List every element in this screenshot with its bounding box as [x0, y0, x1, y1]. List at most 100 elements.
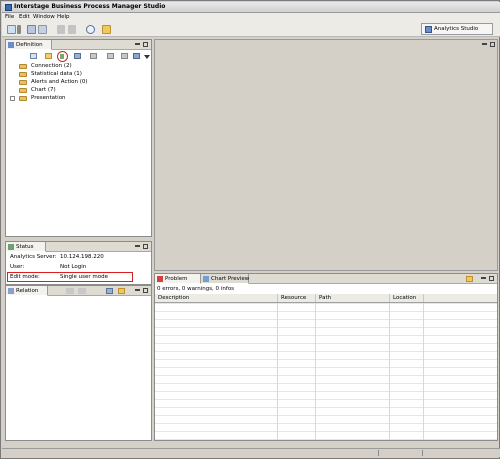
table-body: [155, 303, 497, 440]
problems-summary: 0 errors, 0 warnings, 0 infos: [157, 286, 234, 292]
relation-back-icon[interactable]: [66, 288, 74, 294]
relation-panel: Relation: [5, 285, 152, 441]
folder-icon: [19, 80, 27, 85]
tree-item-presentation[interactable]: Presentation: [31, 95, 66, 101]
tab-relation[interactable]: Relation: [6, 286, 48, 296]
definition-icon: [8, 42, 14, 48]
folder-icon: [19, 64, 27, 69]
relation-refresh-icon[interactable]: [106, 288, 113, 294]
problem-icon: [157, 276, 163, 282]
definition-tab-label: Definition: [16, 42, 43, 48]
column-divider: [155, 303, 278, 440]
tab-definition[interactable]: Definition: [6, 40, 52, 50]
delete-icon[interactable]: [90, 53, 97, 59]
new-connection-icon[interactable]: [30, 53, 37, 59]
column-divider: [316, 303, 390, 440]
column-path-label: Path: [319, 295, 332, 301]
perspective-icon: [425, 26, 432, 33]
tree-item-alerts-and-action[interactable]: Alerts and Action (0): [31, 79, 88, 85]
problem-tab-label: Problem: [165, 276, 188, 282]
back-icon[interactable]: [57, 25, 65, 34]
maximize-icon[interactable]: [143, 244, 148, 249]
editor-minimize-icon[interactable]: [482, 43, 487, 45]
folder-icon: [19, 88, 27, 93]
definition-panel: Definition Connection (2) Statistical da…: [5, 39, 152, 237]
new-icon[interactable]: [7, 25, 16, 34]
paste-icon[interactable]: [121, 53, 128, 59]
maximize-icon[interactable]: [143, 42, 148, 47]
relation-filter-icon[interactable]: [118, 288, 125, 294]
tree-item-statistical-data[interactable]: Statistical data (1): [31, 71, 82, 77]
column-header-description[interactable]: Description: [155, 294, 278, 302]
status-bar: [2, 448, 500, 457]
title-bar: Interstage Business Process Manager Stud…: [2, 2, 500, 13]
status-icon: [8, 244, 14, 250]
user-label: User:: [10, 264, 25, 270]
column-header-path[interactable]: Path: [316, 294, 390, 302]
definition-toolbar: [6, 51, 151, 63]
filter-icon[interactable]: [466, 276, 473, 282]
column-location-label: Location: [393, 295, 417, 301]
minimize-icon[interactable]: [135, 43, 140, 45]
app-icon: [5, 4, 12, 11]
refresh-icon[interactable]: [74, 53, 81, 59]
forward-icon[interactable]: [68, 25, 76, 34]
status-bar-divider: [422, 450, 423, 456]
expand-icon[interactable]: [10, 96, 15, 101]
minimize-icon[interactable]: [135, 245, 140, 247]
save-icon[interactable]: [27, 25, 36, 34]
status-panel: Status Analytics Server: 10.124.198.220 …: [5, 241, 152, 285]
tab-status[interactable]: Status: [6, 242, 46, 252]
minimize-icon[interactable]: [481, 277, 486, 279]
tree-item-connection[interactable]: Connection (2): [31, 63, 72, 69]
dropdown-icon[interactable]: [17, 25, 21, 34]
table-header: Description Resource Path Location: [155, 294, 497, 303]
save-all-icon[interactable]: [38, 25, 47, 34]
editor-maximize-icon[interactable]: [490, 42, 495, 47]
status-bar-divider: [378, 450, 379, 456]
tab-problem[interactable]: Problem: [155, 274, 201, 284]
chart-preview-icon: [203, 276, 209, 282]
minimize-icon[interactable]: [135, 289, 140, 291]
status-tab-label: Status: [16, 244, 34, 250]
wizard-icon[interactable]: [102, 25, 111, 34]
perspective-switcher[interactable]: Analytics Studio: [421, 23, 493, 35]
column-divider: [390, 303, 424, 440]
server-value: 10.124.198.220: [60, 254, 104, 260]
edit-mode-label: Edit mode:: [10, 274, 40, 280]
edit-mode-value: Single user mode: [60, 274, 108, 280]
maximize-icon[interactable]: [489, 276, 494, 281]
maximize-icon[interactable]: [143, 288, 148, 293]
edit-icon[interactable]: [60, 54, 64, 59]
menu-edit[interactable]: Edit: [19, 14, 30, 20]
relation-icon: [8, 288, 14, 294]
menu-file[interactable]: File: [5, 14, 14, 20]
column-resource-label: Resource: [281, 295, 307, 301]
menu-window[interactable]: Window: [33, 14, 55, 20]
application-window: Interstage Business Process Manager Stud…: [0, 0, 500, 459]
problems-table: Description Resource Path Location: [155, 294, 497, 440]
tab-chart-preview[interactable]: Chart Preview: [201, 274, 249, 284]
column-description-label: Description: [158, 295, 190, 301]
relation-forward-icon[interactable]: [78, 288, 86, 294]
folder-icon: [19, 96, 27, 101]
collapse-icon[interactable]: [133, 53, 140, 59]
help-icon[interactable]: [86, 25, 95, 34]
tree-item-chart[interactable]: Chart (7): [31, 87, 56, 93]
copy-icon[interactable]: [107, 53, 114, 59]
view-menu-icon[interactable]: [144, 55, 150, 59]
column-divider: [278, 303, 316, 440]
menu-help[interactable]: Help: [57, 14, 70, 20]
problems-panel: Problem Chart Preview 0 errors, 0 warnin…: [154, 273, 498, 441]
user-value: Not Login: [60, 264, 87, 270]
column-header-location[interactable]: Location: [390, 294, 424, 302]
perspective-label: Analytics Studio: [434, 26, 479, 32]
column-header-resource[interactable]: Resource: [278, 294, 316, 302]
window-title: Interstage Business Process Manager Stud…: [14, 3, 166, 10]
editor-area: [154, 39, 498, 271]
relation-tab-label: Relation: [16, 288, 39, 294]
new-folder-icon[interactable]: [45, 53, 52, 59]
menu-bar: File Edit Window Help: [2, 13, 500, 22]
server-label: Analytics Server:: [10, 254, 57, 260]
chart-preview-tab-label: Chart Preview: [211, 276, 250, 282]
